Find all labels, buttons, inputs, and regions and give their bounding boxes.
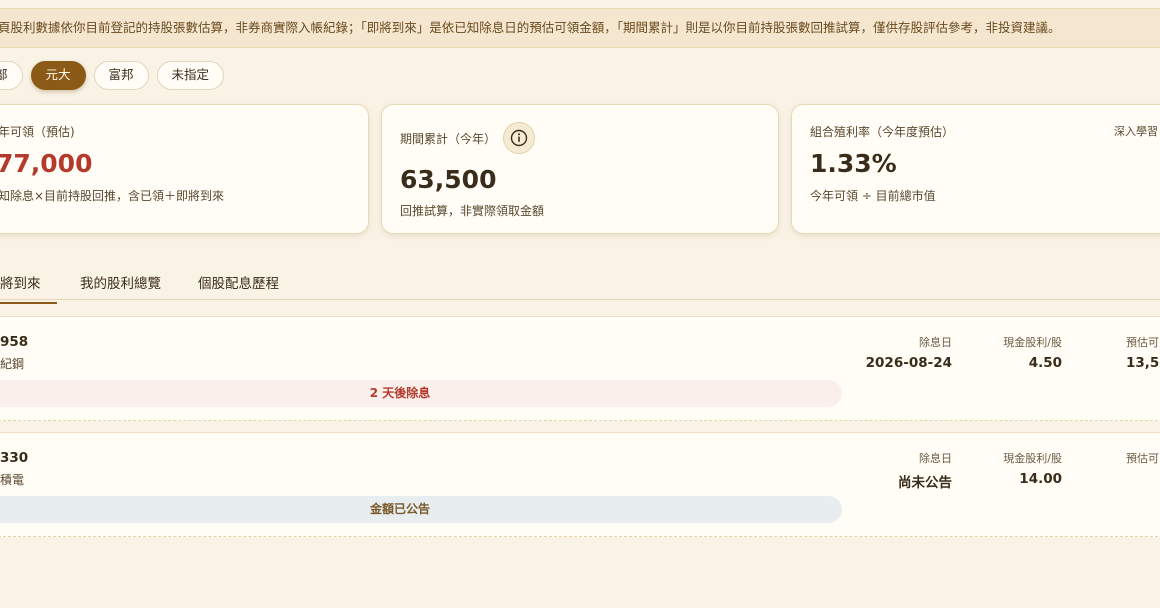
status-badge: 金額已公告 (0, 496, 842, 523)
disclaimer-banner: 頁股利數據依你目前登記的持股張數估算，非券商實際入帳紀錄；「即將到來」是依已知除… (0, 8, 1160, 48)
estimate-value: 13,50 (1126, 355, 1160, 371)
dividend-value: 4.50 (1028, 355, 1062, 371)
card-period-label: 期間累計（今年） (400, 132, 497, 146)
card-yield-value: 1.33% (810, 149, 897, 178)
ex-date-column: 除息日 尚未公告 (898, 450, 952, 491)
status-badge: 2 天後除息 (0, 380, 842, 407)
list-item[interactable]: 958 紀鋼 2 天後除息 除息日 2026-08-24 現金股利/股 4.50… (0, 316, 1160, 421)
period-info-button[interactable] (503, 122, 535, 154)
card-period-sub: 回推試算，非實際領取金額 (400, 204, 545, 218)
dividend-column: 現金股利/股 14.00 (1003, 450, 1062, 487)
ex-date-header: 除息日 (919, 452, 952, 465)
dividend-header: 現金股利/股 (1003, 452, 1062, 465)
dividend-header: 現金股利/股 (1003, 336, 1062, 349)
estimate-header: 預估可 (1126, 452, 1159, 465)
stock-code: 330 (0, 450, 29, 466)
tab-stock-history[interactable]: 個股配息歷程 (198, 272, 279, 292)
stock-name: 紀鋼 (0, 357, 25, 371)
tab-bar: 將到來 我的股利總覽 個股配息歷程 (0, 262, 1160, 304)
card-this-year-value: 77,000 (0, 149, 93, 178)
list-item[interactable]: 330 積電 金額已公告 除息日 尚未公告 現金股利/股 14.00 預估可 (0, 432, 1160, 537)
ex-date-header: 除息日 (919, 336, 952, 349)
stock-name: 積電 (0, 473, 25, 487)
card-yield-sub: 今年可領 ÷ 目前總市值 (810, 189, 936, 203)
dividend-column: 現金股利/股 4.50 (1003, 334, 1062, 371)
disclaimer-text: 頁股利數據依你目前登記的持股張數估算，非券商實際入帳紀錄；「即將到來」是依已知除… (0, 20, 1061, 35)
filter-chip-fubon[interactable]: 富邦 (93, 61, 149, 90)
card-period-value: 63,500 (400, 165, 497, 194)
tab-dividend-overview[interactable]: 我的股利總覽 (80, 272, 161, 292)
ex-date-column: 除息日 2026-08-24 (866, 334, 952, 371)
card-this-year-label: 年可領（預估) (0, 125, 75, 139)
card-this-year-sub: 知除息×目前持股回推，含已領＋即將到來 (0, 189, 225, 203)
ex-date-value: 尚未公告 (898, 475, 952, 491)
estimate-header: 預估可 (1126, 336, 1159, 349)
stock-code: 958 (0, 334, 29, 350)
info-icon (510, 129, 528, 147)
filter-chip-all[interactable]: 部 (0, 61, 23, 90)
filter-chip-unassigned[interactable]: 未指定 (156, 61, 225, 90)
ex-date-value: 2026-08-24 (865, 355, 952, 371)
dividend-value: 14.00 (1019, 471, 1062, 487)
card-period-total: 期間累計（今年） 63,500 回推試算，非實際領取金額 (381, 104, 779, 234)
learn-more-link[interactable]: 深入學習 (1114, 123, 1158, 139)
estimate-column: 預估可 (1126, 450, 1159, 471)
filter-chip-yuanta[interactable]: 元大 (30, 61, 86, 90)
card-yield-label: 組合殖利率（今年度預估） (810, 125, 955, 139)
broker-filter: 部 元大 富邦 未指定 (0, 61, 225, 90)
tab-upcoming[interactable]: 將到來 (0, 272, 57, 304)
card-portfolio-yield: 組合殖利率（今年度預估） 深入學習 1.33% 今年可領 ÷ 目前總市值 (791, 104, 1160, 234)
card-this-year: 年可領（預估) 77,000 知除息×目前持股回推，含已領＋即將到來 (0, 104, 369, 234)
estimate-column: 預估可 13,50 (1126, 334, 1160, 371)
